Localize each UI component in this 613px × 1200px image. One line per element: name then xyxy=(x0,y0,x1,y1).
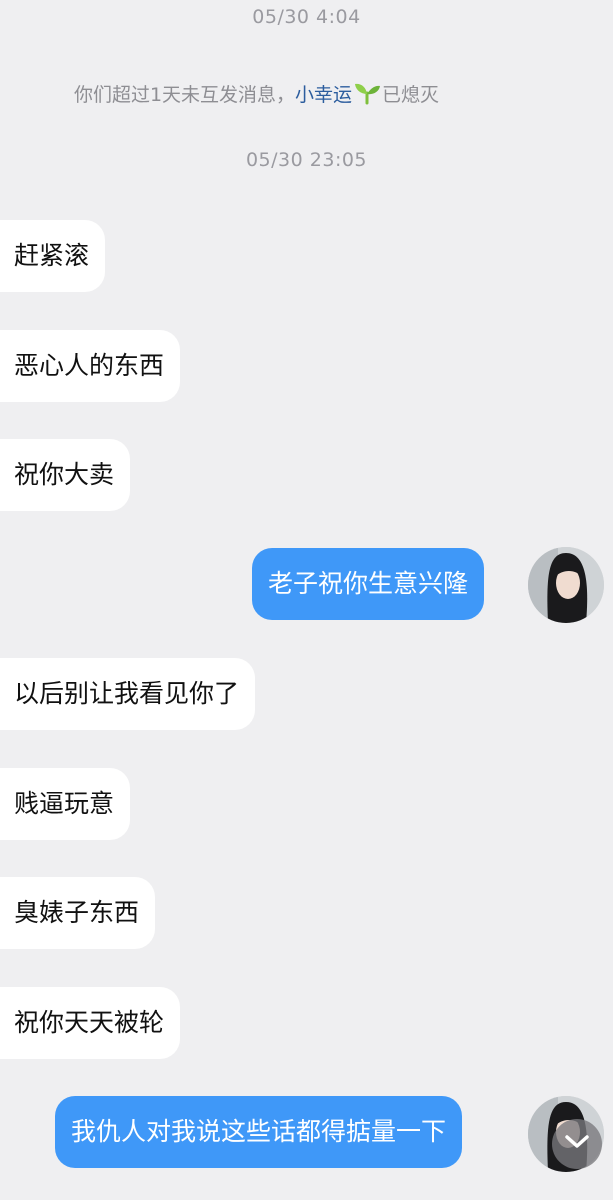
system-note-suffix: 已熄灭 xyxy=(382,84,440,106)
avatar[interactable] xyxy=(528,547,604,623)
contact-name-link[interactable]: 小幸运 xyxy=(295,84,352,106)
message-bubble-outgoing[interactable]: 老子祝你生意兴隆 xyxy=(252,548,485,620)
message-bubble-incoming[interactable]: 臭婊子东西 xyxy=(0,877,156,949)
message-bubble-incoming[interactable]: 祝你天天被轮 xyxy=(0,987,181,1059)
chevron-down-icon xyxy=(564,1134,590,1154)
message-bubble-incoming[interactable]: 赶紧滚 xyxy=(0,220,106,292)
sprout-icon xyxy=(352,81,382,105)
scroll-to-bottom-button[interactable] xyxy=(552,1119,602,1169)
timestamp: 05/30 23:05 xyxy=(245,149,368,171)
message-bubble-incoming[interactable]: 恶心人的东西 xyxy=(0,330,181,402)
system-note: 你们超过1天未互发消息，小幸运 已熄灭 xyxy=(0,80,513,107)
system-note-prefix: 你们超过1天未互发消息， xyxy=(73,84,296,106)
message-bubble-incoming[interactable]: 以后别让我看见你了 xyxy=(0,658,256,730)
message-bubble-outgoing[interactable]: 我仇人对我说这些话都得掂量一下 xyxy=(55,1096,463,1168)
chat-view[interactable]: 05/30 4:04 你们超过1天未互发消息，小幸运 已熄灭 05/30 23:0… xyxy=(0,0,613,1200)
timestamp: 05/30 4:04 xyxy=(252,6,361,28)
message-bubble-incoming[interactable]: 贱逼玩意 xyxy=(0,768,131,840)
message-bubble-incoming[interactable]: 祝你大卖 xyxy=(0,439,131,511)
